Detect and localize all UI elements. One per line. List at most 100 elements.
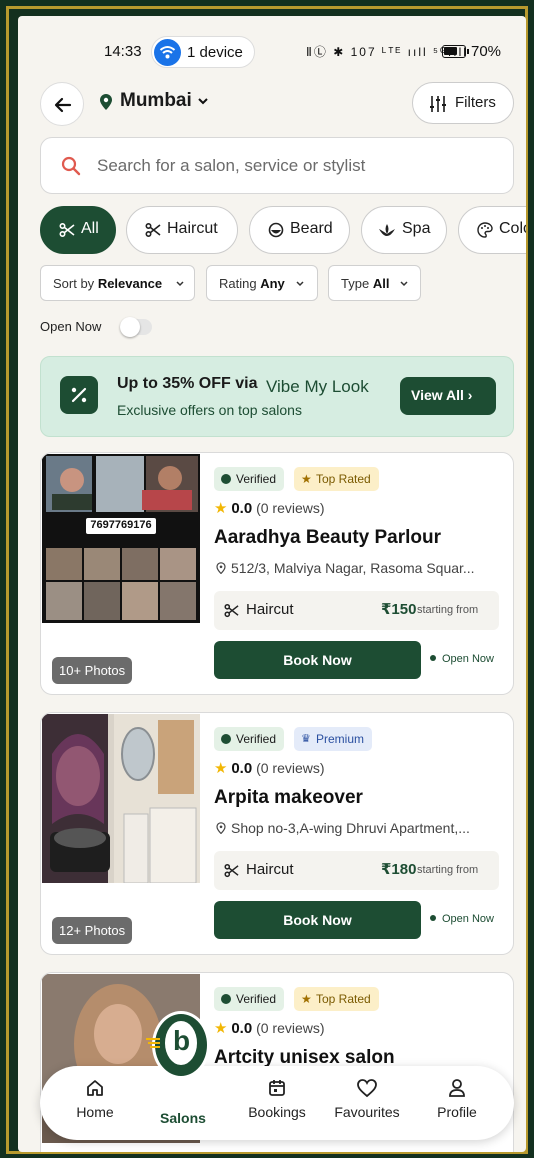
chip-spa[interactable]: Spa [361,206,447,254]
photos-count-badge[interactable]: 12+ Photos [52,917,133,944]
chip-beard[interactable]: Beard [249,206,350,254]
filters-button[interactable]: Filters [412,82,514,124]
premium-badge: ♛ Premium [294,727,373,751]
salon-rating: ★ 0.0 (0 reviews) [214,1020,325,1037]
crown-icon: ♛ [301,733,311,745]
service-row[interactable]: Haircut ₹150 starting from [214,591,499,630]
logo-icon: b [165,1021,197,1065]
scissors-icon [224,863,239,878]
search-bar[interactable] [40,137,514,194]
service-name: Haircut [246,601,294,618]
chip-label: Spa [402,220,431,237]
app-screen: 14:33 1 device ⅡⓁ ✱ 107 ᴸᵀᴱ ııll ⁵ᴳııll … [18,16,526,1152]
location-selector[interactable]: Mumbai [120,90,192,112]
chip-label: Haircut [167,220,218,237]
rating-dropdown[interactable]: Rating Any [206,265,318,301]
salon-name[interactable]: Arpita makeover [214,787,363,809]
top-rated-badge: ★ Top Rated [294,987,379,1011]
chevron-down-icon[interactable] [197,96,209,106]
status-time: 14:33 [104,43,142,60]
chevron-down-icon [176,281,184,287]
verified-badge: Verified [214,467,285,491]
offer-subtext: Exclusive offers on top salons [117,402,302,418]
beard-icon [268,222,284,238]
calendar-icon [269,1080,285,1096]
scissors-icon [145,222,161,238]
chevron-down-icon [296,281,304,287]
salon-name[interactable]: Aaradhya Beauty Parlour [214,527,441,549]
battery-percent: 70% [471,43,502,60]
salon-rating: ★ 0.0 (0 reviews) [214,500,325,517]
status-bar: 14:33 1 device ⅡⓁ ✱ 107 ᴸᵀᴱ ııll ⁵ᴳııll … [18,34,526,70]
salon-photo[interactable] [42,714,200,883]
scissors-icon [224,603,239,618]
type-label: Type All [341,276,390,291]
salons-logo-button[interactable]: b [146,1011,210,1079]
sort-by-dropdown[interactable]: Sort by Relevance [40,265,195,301]
star-icon: ★ [214,1020,228,1037]
chip-label: Colo [499,220,526,237]
open-now-label: Open Now [40,319,102,334]
user-icon [449,1079,465,1097]
star-icon: ★ [214,500,228,517]
chevron-down-icon [400,281,408,287]
type-dropdown[interactable]: Type All [328,265,421,301]
chip-all[interactable]: All [40,206,116,254]
wifi-icon [154,39,181,66]
salon-photo[interactable]: 7697769176 [42,454,200,623]
star-icon: ★ [301,472,312,486]
chip-label: All [81,220,99,237]
photos-count-badge[interactable]: 10+ Photos [52,657,133,684]
back-arrow-icon [54,97,72,113]
bottom-navigation: Home Salons Bookings Favourites Profile [40,1066,514,1140]
back-button[interactable] [40,82,84,126]
device-pill[interactable]: 1 device [151,36,255,68]
nav-home[interactable]: Home [50,1078,140,1120]
location-pin-icon [100,94,112,110]
heart-icon [357,1079,377,1098]
toggle-knob [120,317,140,337]
salon-address: Shop no-3,A-wing Dhruvi Apartment,... [216,820,506,836]
price-note: starting from [417,864,479,876]
search-icon [61,156,81,176]
offer-brand: Vibe My Look [266,377,369,396]
star-icon: ★ [214,760,228,777]
search-input[interactable] [97,150,497,182]
palette-icon [477,222,493,238]
verified-badge: Verified [214,727,285,751]
nav-salons[interactable]: Salons [160,1110,206,1126]
map-pin-icon [216,562,226,575]
salon-rating: ★ 0.0 (0 reviews) [214,760,325,777]
filters-icon [430,96,446,112]
battery-icon [442,45,469,58]
service-name: Haircut [246,861,294,878]
percent-icon [60,376,98,414]
view-all-button[interactable]: View All › [400,377,496,415]
verified-badge: Verified [214,987,285,1011]
map-pin-icon [216,822,226,835]
home-icon [87,1080,103,1096]
star-icon: ★ [301,992,312,1006]
device-pill-label: 1 device [187,44,243,61]
chip-label: Beard [290,220,333,237]
spa-icon [379,224,395,236]
filters-label: Filters [455,94,496,111]
nav-favourites[interactable]: Favourites [322,1078,412,1120]
rating-label: Rating Any [219,276,285,291]
service-row[interactable]: Haircut ₹180 starting from [214,851,499,890]
book-now-button[interactable]: Book Now [214,641,421,679]
open-status: Open Now [430,653,494,665]
chip-haircut[interactable]: Haircut [126,206,238,254]
nav-profile[interactable]: Profile [412,1078,502,1120]
offer-headline: Up to 35% OFF via [117,375,258,392]
nav-bookings[interactable]: Bookings [232,1078,322,1120]
salon-address: 512/3, Malviya Nagar, Rasoma Squar... [216,560,506,576]
service-price: ₹180 [381,861,417,878]
book-now-button[interactable]: Book Now [214,901,421,939]
chip-colour[interactable]: Colo [458,206,526,254]
battery-level [444,47,457,55]
salon-card[interactable]: 7697769176 10+ Photos Verified ★ Top Rate… [40,452,514,695]
salon-card[interactable]: 12+ Photos Verified ♛ Premium ★ 0.0 (0 re… [40,712,514,955]
open-now-toggle[interactable] [120,317,152,337]
price-note: starting from [417,604,479,616]
